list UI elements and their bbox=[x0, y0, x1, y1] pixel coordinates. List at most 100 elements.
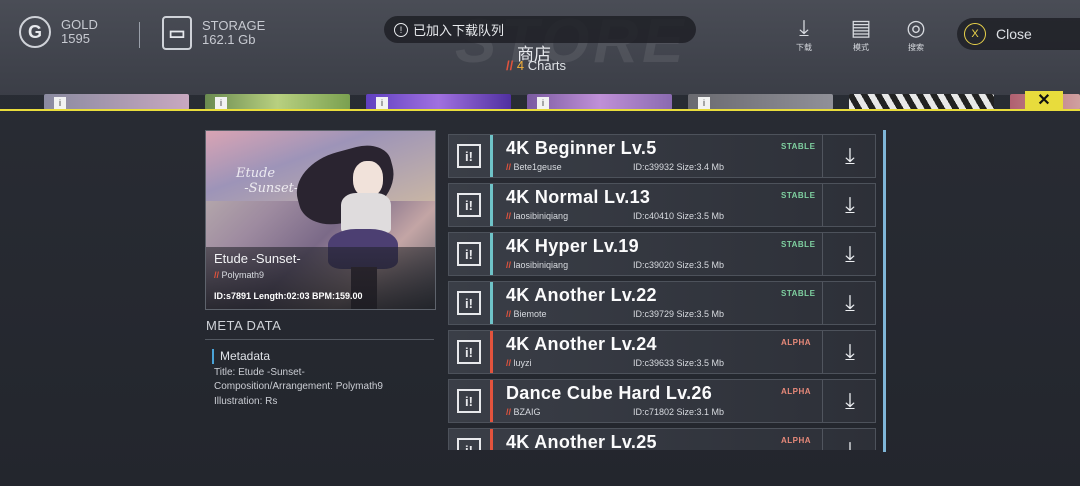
chart-charter: // BZAIG bbox=[506, 407, 541, 417]
song-stats: ID:s7891 Length:02:03 BPM:159.00 bbox=[214, 291, 363, 301]
mode-button[interactable]: ▤ 模式 bbox=[840, 16, 882, 53]
storage-value: 162.1 Gb bbox=[202, 32, 256, 47]
storage-label: STORAGE bbox=[202, 18, 266, 33]
cover-artwork-signature: Etude -Sunset- bbox=[236, 166, 299, 196]
status-badge: ALPHA bbox=[781, 436, 812, 445]
mode-icon: ▤ bbox=[850, 15, 872, 40]
chart-row[interactable]: i! 4K Another Lv.22 // Biemote ID:c39729… bbox=[448, 281, 876, 325]
chart-row[interactable]: i! 4K Another Lv.25 ALPHA ⤓ bbox=[448, 428, 876, 450]
chart-charter: // laosibiniqiang bbox=[506, 260, 569, 270]
song-cover: Etude -Sunset- Etude -Sunset- // Polymat… bbox=[205, 130, 436, 310]
chart-row[interactable]: i! 4K Hyper Lv.19 // laosibiniqiang ID:c… bbox=[448, 232, 876, 276]
storage-counter: ▭ STORAGE 162.1 Gb bbox=[162, 16, 265, 50]
download-icon: ⤓ bbox=[845, 143, 855, 168]
download-chart-button[interactable]: ⤓ bbox=[822, 331, 877, 373]
download-chart-button[interactable]: ⤓ bbox=[822, 135, 877, 177]
song-thumbnail[interactable]: i bbox=[366, 94, 511, 110]
charts-count-label: // 4 Charts bbox=[506, 58, 566, 73]
chart-name: 4K Another Lv.24 bbox=[506, 334, 657, 354]
search-button-label: 搜索 bbox=[908, 43, 924, 52]
chart-icon: i! bbox=[449, 184, 489, 226]
song-thumbnail[interactable]: i bbox=[44, 94, 189, 110]
divider bbox=[205, 339, 434, 340]
chart-charter: // Biemote bbox=[506, 309, 547, 319]
chart-icon: i bbox=[376, 97, 388, 109]
download-icon: ⤓ bbox=[845, 437, 855, 450]
search-button[interactable]: ◎ 搜索 bbox=[895, 16, 937, 53]
chart-list[interactable]: i! 4K Beginner Lv.5 // Bete1geuse ID:c39… bbox=[448, 130, 880, 450]
chart-name: 4K Another Lv.22 bbox=[506, 285, 657, 305]
status-badge: STABLE bbox=[781, 191, 816, 200]
charts-text: Charts bbox=[527, 58, 567, 73]
download-icon: ⤓ bbox=[799, 15, 809, 40]
chart-info: ID:c39729 Size:3.5 Mb bbox=[633, 309, 725, 319]
divider bbox=[139, 22, 140, 48]
chart-row[interactable]: i! 4K Beginner Lv.5 // Bete1geuse ID:c39… bbox=[448, 134, 876, 178]
metadata-line: Composition/Arrangement: Polymath9 bbox=[214, 381, 383, 392]
toast-text: 已加入下载队列 bbox=[413, 23, 505, 38]
chart-icon: i! bbox=[449, 380, 489, 422]
download-icon: ⤓ bbox=[845, 290, 855, 315]
download-button[interactable]: ⤓ 下载 bbox=[783, 16, 825, 53]
chart-row[interactable]: i! 4K Another Lv.24 // luyzi ID:c39633 S… bbox=[448, 330, 876, 374]
download-icon: ⤓ bbox=[845, 241, 855, 266]
download-chart-button[interactable]: ⤓ bbox=[822, 429, 877, 450]
storage-card-icon: ▭ bbox=[162, 16, 192, 50]
accent-line bbox=[0, 109, 1080, 111]
chart-info: ID:c40410 Size:3.5 Mb bbox=[633, 211, 725, 221]
gold-label: GOLD bbox=[61, 17, 98, 32]
status-badge: STABLE bbox=[781, 240, 816, 249]
metadata-title: Metadata bbox=[212, 349, 383, 364]
chart-info: ID:c71802 Size:3.1 Mb bbox=[633, 407, 725, 417]
song-thumbnail[interactable]: i bbox=[688, 94, 833, 110]
chart-icon: i! bbox=[449, 282, 489, 324]
download-icon: ⤓ bbox=[845, 388, 855, 413]
chart-icon: i bbox=[215, 97, 227, 109]
chart-row[interactable]: i! 4K Normal Lv.13 // laosibiniqiang ID:… bbox=[448, 183, 876, 227]
collapse-close-button[interactable]: ✕ bbox=[1025, 91, 1063, 111]
mode-button-label: 模式 bbox=[853, 43, 869, 52]
song-thumbnail[interactable] bbox=[849, 94, 994, 110]
gold-coin-icon: G bbox=[19, 16, 51, 48]
download-chart-button[interactable]: ⤓ bbox=[822, 233, 877, 275]
search-icon: ◎ bbox=[906, 15, 926, 40]
chart-name: 4K Hyper Lv.19 bbox=[506, 236, 639, 256]
chart-icon: i bbox=[537, 97, 549, 109]
status-badge: ALPHA bbox=[781, 387, 812, 396]
charts-prefix: // bbox=[506, 58, 514, 73]
gold-counter: G GOLD 1595 bbox=[19, 16, 98, 48]
info-icon: ! bbox=[394, 22, 408, 37]
x-button-icon: X bbox=[964, 23, 986, 45]
top-bar: STORE G GOLD 1595 ▭ STORAGE 162.1 Gb ! 已… bbox=[0, 0, 1080, 95]
download-chart-button[interactable]: ⤓ bbox=[822, 282, 877, 324]
chart-icon: i! bbox=[449, 331, 489, 373]
chart-info: ID:c39932 Size:3.4 Mb bbox=[633, 162, 725, 172]
song-title: Etude -Sunset- bbox=[214, 251, 301, 266]
download-chart-button[interactable]: ⤓ bbox=[822, 184, 877, 226]
chart-charter: // luyzi bbox=[506, 358, 532, 368]
scrollbar[interactable] bbox=[883, 130, 886, 452]
chart-name: 4K Beginner Lv.5 bbox=[506, 138, 657, 158]
download-chart-button[interactable]: ⤓ bbox=[822, 380, 877, 422]
metadata-line: Title: Etude -Sunset- bbox=[214, 366, 305, 378]
chart-icon: i! bbox=[449, 135, 489, 177]
status-badge: STABLE bbox=[781, 289, 816, 298]
status-badge: STABLE bbox=[781, 142, 816, 151]
chart-name: 4K Normal Lv.13 bbox=[506, 187, 651, 207]
meta-data-heading: META DATA bbox=[206, 318, 282, 333]
chart-icon: i! bbox=[449, 429, 489, 450]
song-thumbnail[interactable]: i bbox=[527, 94, 672, 110]
chart-row[interactable]: i! Dance Cube Hard Lv.26 // BZAIG ID:c71… bbox=[448, 379, 876, 423]
toast-notification: ! 已加入下载队列 bbox=[384, 16, 696, 43]
close-button[interactable]: X Close bbox=[957, 18, 1080, 50]
chart-icon: i bbox=[698, 97, 710, 109]
song-info-overlay: Etude -Sunset- // Polymath9 ID:s7891 Len… bbox=[206, 247, 435, 309]
charts-count: 4 bbox=[516, 58, 525, 73]
chart-icon: i! bbox=[449, 233, 489, 275]
chart-charter: // Bete1geuse bbox=[506, 162, 562, 172]
song-thumbnail[interactable]: i bbox=[205, 94, 350, 110]
gold-value: 1595 bbox=[61, 31, 90, 46]
metadata-line: Illustration: Rs bbox=[214, 395, 278, 407]
chart-charter: // laosibiniqiang bbox=[506, 211, 569, 221]
chart-name: 4K Another Lv.25 bbox=[506, 432, 657, 450]
